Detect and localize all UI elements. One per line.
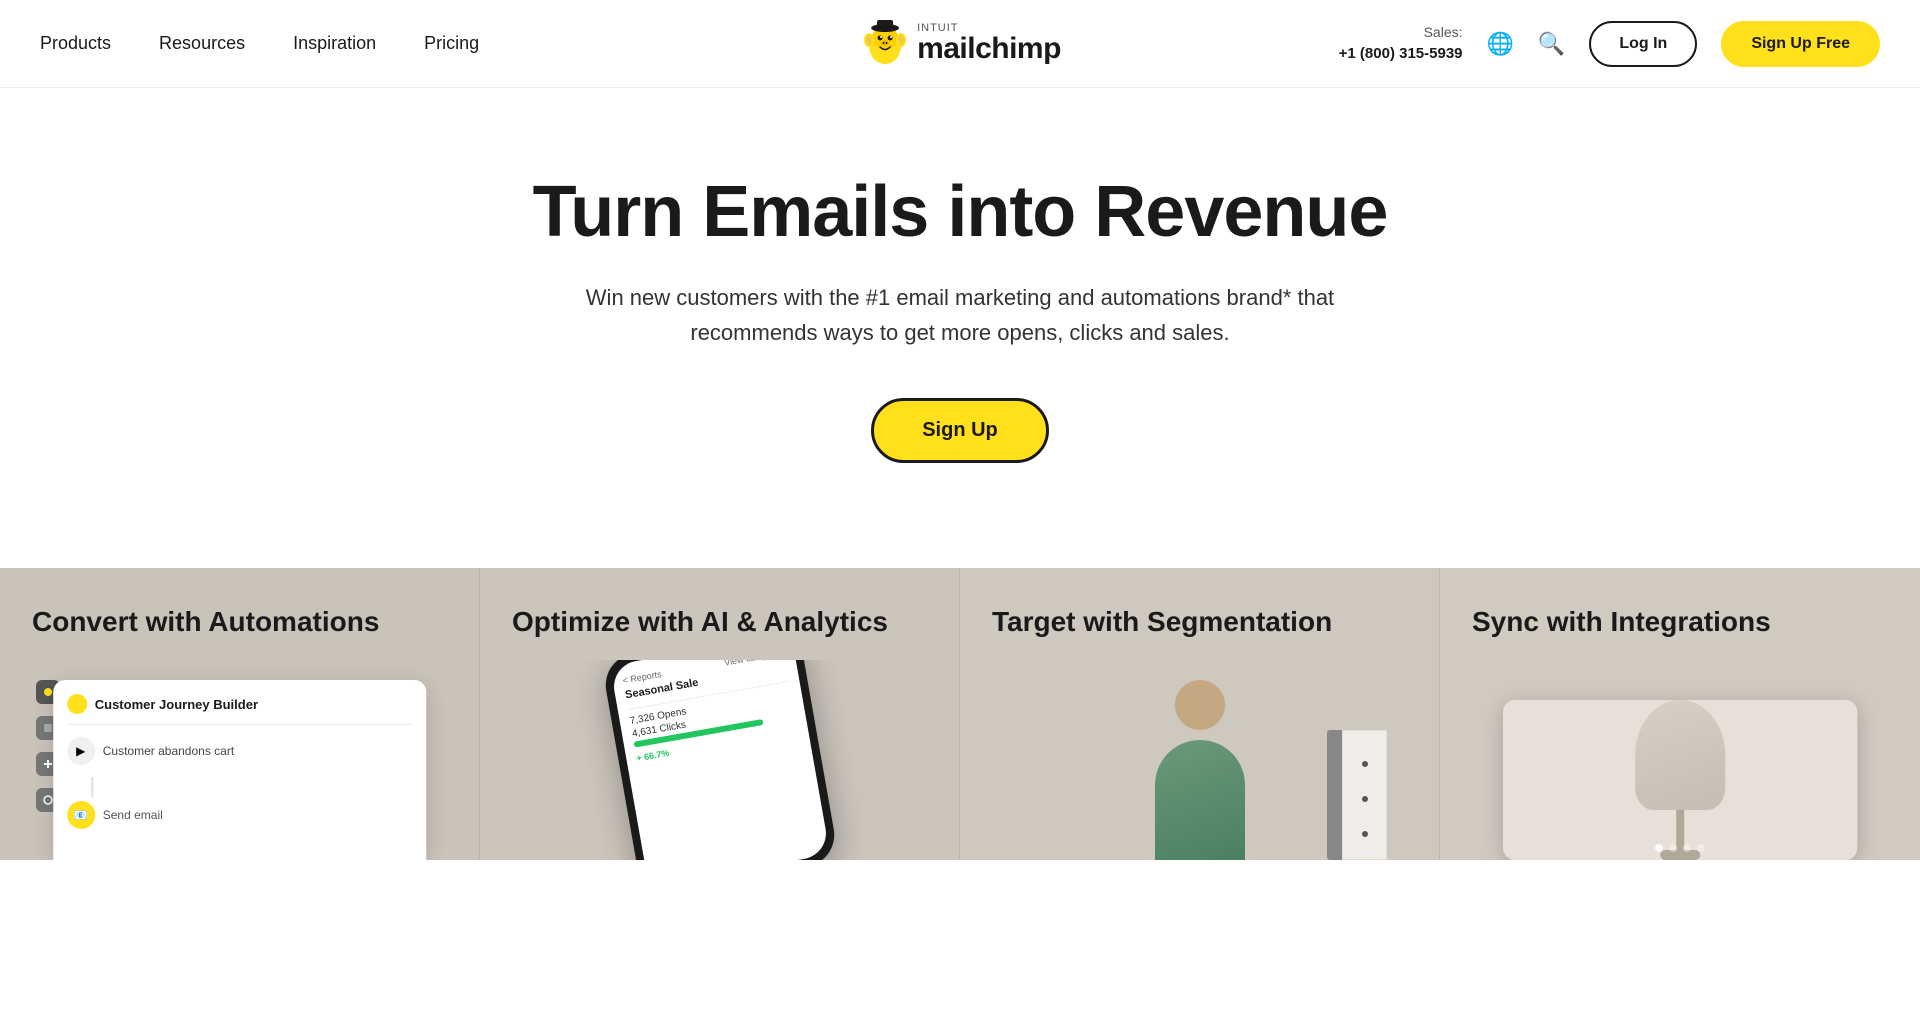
feature-segmentation-title: Target with Segmentation xyxy=(992,604,1407,640)
feature-segmentation: Target with Segmentation xyxy=(960,568,1440,860)
feature-ai-title: Optimize with AI & Analytics xyxy=(512,604,927,640)
cart-icon: ▶ xyxy=(67,737,95,765)
mockup-header: Customer Journey Builder xyxy=(67,694,413,725)
mockup-title: Customer Journey Builder xyxy=(95,697,258,712)
carousel-dot-2[interactable] xyxy=(1669,844,1677,852)
carousel-dot-1[interactable] xyxy=(1655,844,1663,852)
binder-ring-3 xyxy=(1362,831,1368,837)
carousel-dot-3[interactable] xyxy=(1683,844,1691,852)
sales-phone: +1 (800) 315-5939 xyxy=(1339,43,1463,64)
person-figure xyxy=(1130,670,1270,860)
body-shape xyxy=(1155,740,1245,860)
hero-subtitle: Win new customers with the #1 email mark… xyxy=(580,280,1340,350)
globe-icon[interactable]: 🌐 xyxy=(1487,31,1514,57)
logo-text: INTUIT mailchimp xyxy=(917,23,1061,64)
signup-nav-button[interactable]: Sign Up Free xyxy=(1721,21,1880,67)
navigation: Products Resources Inspiration Pricing xyxy=(0,0,1920,88)
feature-automations: Convert with Automations Cus xyxy=(0,568,480,860)
carousel-dot-4[interactable] xyxy=(1697,844,1705,852)
nav-products[interactable]: Products xyxy=(40,33,111,54)
mockup-row-text: Customer abandons cart xyxy=(103,744,234,758)
phone-mockup: < Reports View campaign Seasonal Sale 7,… xyxy=(600,660,839,860)
head-shape xyxy=(1175,680,1225,730)
nav-inspiration[interactable]: Inspiration xyxy=(293,33,376,54)
binder-mockup xyxy=(1327,730,1387,860)
logo-mailchimp: mailchimp xyxy=(917,34,1061,64)
nav-logo-area: INTUIT mailchimp xyxy=(859,18,1061,70)
feature-integrations: Sync with Integrations xyxy=(1440,568,1920,860)
carousel-dots xyxy=(1472,844,1888,852)
features-section: Convert with Automations Cus xyxy=(0,568,1920,860)
logo[interactable]: INTUIT mailchimp xyxy=(859,18,1061,70)
nav-left: Products Resources Inspiration Pricing xyxy=(40,33,479,54)
device-mockup xyxy=(1503,700,1857,860)
nav-pricing[interactable]: Pricing xyxy=(424,33,479,54)
phone-screen: < Reports View campaign Seasonal Sale 7,… xyxy=(609,660,829,860)
feature-automations-title: Convert with Automations xyxy=(32,604,447,640)
binder-ring-2 xyxy=(1362,796,1368,802)
mockup-row-1: ▶ Customer abandons cart xyxy=(67,737,413,765)
feature-segmentation-image xyxy=(992,660,1407,860)
sales-label: Sales: xyxy=(1339,23,1463,43)
login-button[interactable]: Log In xyxy=(1589,21,1697,67)
binder-spine xyxy=(1327,730,1342,860)
journey-builder-mockup: Customer Journey Builder ▶ Customer aban… xyxy=(53,680,427,860)
nav-resources[interactable]: Resources xyxy=(159,33,245,54)
sales-info: Sales: +1 (800) 315-5939 xyxy=(1339,23,1463,64)
binder-pages xyxy=(1342,730,1387,860)
lamp-figure xyxy=(1630,700,1730,860)
feature-integrations-image xyxy=(1472,660,1888,860)
feature-automations-image: Customer Journey Builder ▶ Customer aban… xyxy=(32,660,447,860)
signup-hero-button[interactable]: Sign Up xyxy=(871,398,1049,463)
lamp-shade xyxy=(1635,700,1725,810)
hero-title: Turn Emails into Revenue xyxy=(533,173,1388,252)
binder-ring-1 xyxy=(1362,761,1368,767)
feature-integrations-title: Sync with Integrations xyxy=(1472,604,1888,640)
feature-ai-image: < Reports View campaign Seasonal Sale 7,… xyxy=(512,660,927,860)
hero-section: Turn Emails into Revenue Win new custome… xyxy=(0,88,1920,568)
search-icon[interactable]: 🔍 xyxy=(1538,31,1565,57)
feature-ai-analytics: Optimize with AI & Analytics < Reports V… xyxy=(480,568,960,860)
nav-right: Sales: +1 (800) 315-5939 🌐 🔍 Log In Sign… xyxy=(1339,21,1880,67)
mockup-logo-icon xyxy=(67,694,87,714)
mailchimp-monkey-icon xyxy=(859,18,911,70)
